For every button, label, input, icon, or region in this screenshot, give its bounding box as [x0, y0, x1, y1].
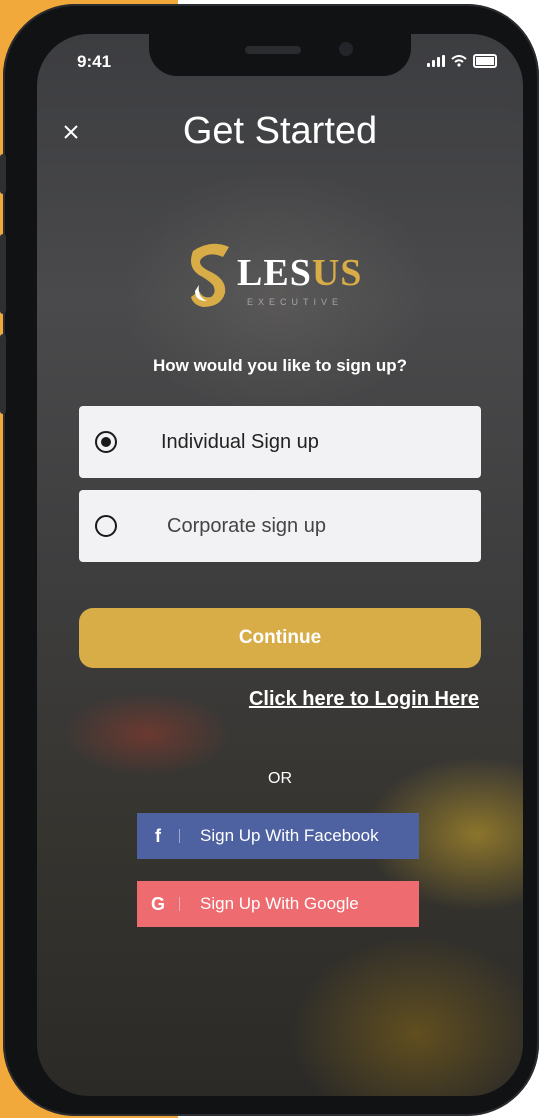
speaker-grille	[245, 46, 301, 54]
logo-wordmark: LESUS	[237, 252, 363, 294]
google-signup-button[interactable]: G Sign Up With Google	[137, 881, 419, 927]
option-label: Corporate sign up	[167, 514, 326, 537]
google-icon: G	[150, 893, 165, 914]
battery-icon	[473, 54, 497, 68]
google-button-label: Sign Up With Google	[200, 894, 359, 913]
page-title: Get Started	[182, 110, 378, 152]
signup-question: How would you like to sign up?	[152, 356, 408, 375]
divider	[179, 897, 180, 911]
individual-signup-option[interactable]: Individual Sign up	[79, 406, 481, 478]
continue-button[interactable]: Continue	[79, 608, 481, 668]
front-camera	[339, 42, 353, 56]
wifi-icon	[451, 55, 467, 67]
facebook-icon: f	[155, 825, 161, 846]
status-time: 9:41	[77, 52, 112, 71]
phone-notch	[149, 34, 411, 76]
logo-mark-icon	[191, 243, 229, 307]
brand-logo: LESUS EXECUTIVE	[187, 239, 377, 309]
radio-selected-icon[interactable]	[95, 431, 117, 453]
login-link[interactable]: Click here to Login Here	[249, 688, 479, 711]
radio-unselected-icon[interactable]	[95, 515, 117, 537]
side-button	[0, 234, 6, 314]
side-button	[0, 334, 6, 414]
or-divider: OR	[268, 770, 292, 787]
app-screen: 9:41 Get Started LESUS EXECUTIVE How wou…	[37, 34, 523, 1096]
signal-icon	[427, 55, 445, 67]
facebook-signup-button[interactable]: f Sign Up With Facebook	[137, 813, 419, 859]
status-icons	[427, 54, 497, 68]
divider	[179, 829, 180, 843]
logo-subtitle: EXECUTIVE	[247, 297, 344, 307]
facebook-button-label: Sign Up With Facebook	[200, 826, 379, 845]
phone-frame: 9:41 Get Started LESUS EXECUTIVE How wou…	[0, 4, 539, 1116]
side-button	[0, 154, 6, 194]
corporate-signup-option[interactable]: Corporate sign up	[79, 490, 481, 562]
option-label: Individual Sign up	[161, 430, 319, 453]
